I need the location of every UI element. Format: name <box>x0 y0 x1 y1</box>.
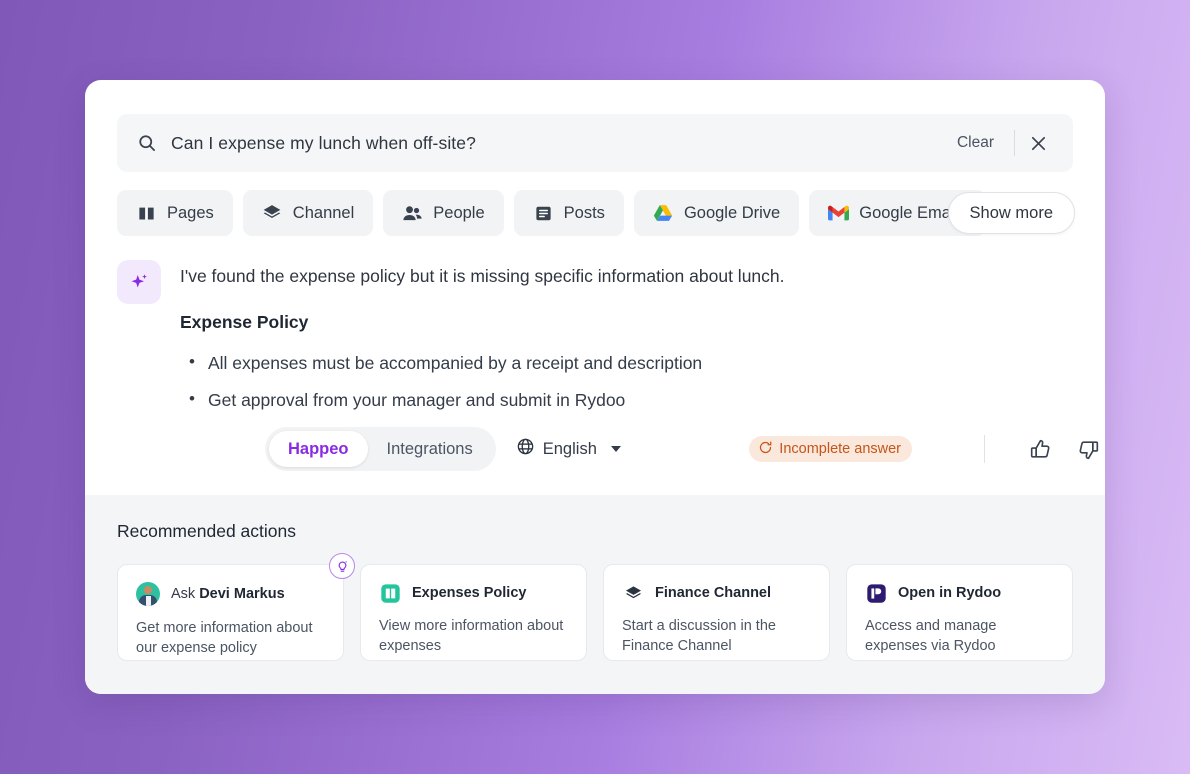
search-icon <box>137 133 157 153</box>
layers-icon <box>262 203 283 224</box>
filter-chip-channel[interactable]: Channel <box>242 190 374 236</box>
search-bar[interactable]: Can I expense my lunch when off-site? Cl… <box>117 114 1073 172</box>
chevron-down-icon <box>610 446 621 452</box>
layers-icon <box>622 582 644 604</box>
book-teal-icon <box>379 582 401 604</box>
sparkle-icon <box>117 260 161 304</box>
rec-card-description: Start a discussion in the Finance Channe… <box>622 618 776 654</box>
avatar <box>136 582 160 606</box>
close-icon[interactable] <box>1021 126 1055 160</box>
toolbar-right-group: Incomplete answer <box>749 432 1105 466</box>
warning-rotate-icon <box>758 440 773 459</box>
divider <box>984 435 985 463</box>
google-drive-icon <box>653 203 674 224</box>
filter-chip-people[interactable]: People <box>383 190 504 236</box>
ai-answer: I've found the expense policy but it is … <box>117 260 1073 423</box>
thumbs-down-icon[interactable] <box>1071 432 1105 466</box>
clear-button[interactable]: Clear <box>947 130 1008 156</box>
rec-card-description: Access and manage expenses via Rydoo <box>865 618 997 654</box>
rec-card-ask-person[interactable]: Ask Devi Markus Get more information abo… <box>117 553 355 661</box>
status-badge-label: Incomplete answer <box>779 441 901 457</box>
rec-card-header: Open in Rydoo <box>865 582 1054 604</box>
rec-card-header: Finance Channel <box>622 582 811 604</box>
rydoo-icon <box>865 582 887 604</box>
chip-label: Pages <box>167 203 214 222</box>
posts-icon <box>533 203 554 224</box>
rec-card-header: Ask Devi Markus <box>136 582 325 606</box>
answer-bullet: All expenses must be accompanied by a re… <box>180 349 1073 377</box>
rec-card-expenses-policy[interactable]: Expenses Policy View more information ab… <box>360 564 587 661</box>
lightbulb-idea-icon <box>329 553 355 579</box>
people-icon <box>402 203 423 224</box>
answer-toolbar: Happeo Integrations English Incomplete a… <box>265 427 1105 471</box>
rec-card-title: Open in Rydoo <box>898 585 1002 601</box>
answer-heading: Expense Policy <box>180 312 309 333</box>
rec-card-title: Ask Devi Markus <box>171 586 285 602</box>
rec-card-title: Finance Channel <box>655 585 772 601</box>
show-more-button[interactable]: Show more <box>947 192 1075 234</box>
language-label: English <box>542 439 597 458</box>
recommended-actions-panel: Recommended actions Ask Devi Markus Get … <box>85 495 1105 694</box>
globe-icon <box>516 437 535 461</box>
tab-integrations[interactable]: Integrations <box>368 431 492 467</box>
tab-happeo[interactable]: Happeo <box>269 431 368 467</box>
rec-card-header: Expenses Policy <box>379 582 568 604</box>
answer-bullet-list: All expenses must be accompanied by a re… <box>180 349 1073 414</box>
answer-lead-text: I've found the expense policy but it is … <box>180 266 785 286</box>
chip-label: Posts <box>563 203 605 222</box>
thumbs-up-icon[interactable] <box>1023 432 1057 466</box>
filter-chip-pages[interactable]: Pages <box>117 190 233 236</box>
search-input[interactable]: Can I expense my lunch when off-site? <box>171 133 947 154</box>
rec-card-title: Expenses Policy <box>412 585 527 601</box>
chip-label: Channel <box>292 203 355 222</box>
gmail-icon <box>828 203 850 224</box>
search-assistant-card: Can I expense my lunch when off-site? Cl… <box>85 80 1105 694</box>
rec-card-description: Get more information about our expense p… <box>136 620 313 656</box>
chip-label: People <box>433 203 485 222</box>
recommended-actions-grid: Ask Devi Markus Get more information abo… <box>117 553 1073 661</box>
status-badge: Incomplete answer <box>749 436 912 462</box>
language-selector[interactable]: English <box>516 437 621 461</box>
filter-chip-posts[interactable]: Posts <box>513 190 624 236</box>
source-tab-group: Happeo Integrations <box>265 427 496 471</box>
recommended-actions-title: Recommended actions <box>117 521 296 541</box>
filter-chip-google-drive[interactable]: Google Drive <box>633 190 800 236</box>
divider <box>1014 130 1015 156</box>
rec-card-open-in-rydoo[interactable]: Open in Rydoo Access and manage expenses… <box>846 564 1073 661</box>
answer-bullet: Get approval from your manager and submi… <box>180 385 1073 414</box>
chip-label: Google Drive <box>683 203 781 222</box>
rec-card-finance-channel[interactable]: Finance Channel Start a discussion in th… <box>603 564 830 661</box>
book-icon <box>136 203 157 224</box>
rec-card-description: View more information about expenses <box>379 618 564 654</box>
